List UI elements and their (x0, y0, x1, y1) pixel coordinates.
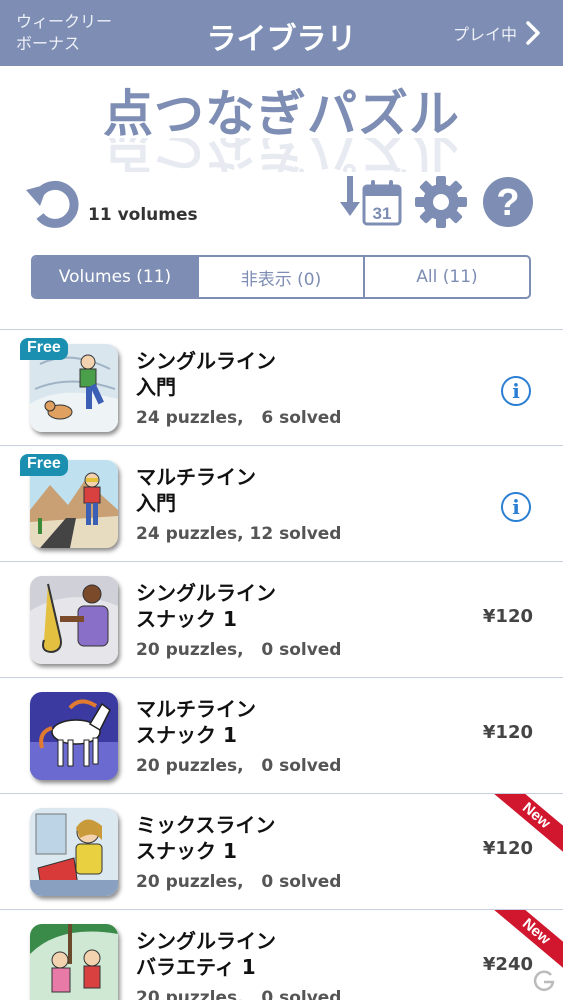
tab-volumes[interactable]: Volumes (11) (33, 257, 197, 297)
new-ribbon: New (493, 794, 563, 864)
volume-stats: 20 puzzles, 0 solved (136, 756, 342, 776)
tab-all[interactable]: All (11) (363, 257, 529, 297)
volume-title-line1: シングルライン (136, 929, 276, 953)
sort-by-date-icon[interactable]: 31 (340, 174, 402, 228)
price-button[interactable]: ¥120 (483, 722, 533, 743)
gear-icon[interactable] (414, 175, 468, 229)
app-logo: 点つなぎパズル 点つなぎパズル (0, 82, 563, 172)
volume-thumbnail (30, 924, 118, 1000)
volume-thumbnail (30, 808, 118, 896)
volume-title: シングルライン バラエティ 1 (136, 928, 276, 980)
volume-title-line1: シングルライン (136, 349, 276, 373)
volume-stats: 24 puzzles, 12 solved (136, 524, 342, 544)
free-badge: Free (20, 338, 68, 360)
volume-list: Free シングルライン 入門 24 puzzles, 6 solved i F (0, 329, 563, 1000)
volume-thumbnail (30, 576, 118, 664)
volume-title-line2: スナック 1 (136, 723, 237, 747)
refresh-icon[interactable] (24, 176, 80, 228)
free-badge: Free (20, 454, 68, 476)
volume-row[interactable]: Free マルチライン 入門 24 puzzles, 12 solved i (0, 445, 563, 561)
navigation-bar: ウィークリー ボーナス ライブラリ プレイ中 (0, 0, 563, 66)
volume-title: マルチライン スナック 1 (136, 696, 256, 748)
volume-stats: 20 puzzles, 0 solved (136, 640, 342, 660)
volume-row[interactable]: シングルライン バラエティ 1 20 puzzles, 0 solved ¥24… (0, 909, 563, 1000)
volume-title-line1: ミックスライン (136, 813, 276, 837)
volume-title-line2: バラエティ 1 (136, 955, 256, 979)
chevron-right-icon (526, 21, 540, 45)
volume-title: シングルライン 入門 (136, 348, 276, 400)
calendar-day: 31 (373, 204, 392, 223)
info-icon[interactable]: i (501, 492, 531, 522)
tab-hidden[interactable]: 非表示 (0) (197, 257, 363, 297)
volume-title-line1: マルチライン (136, 465, 256, 489)
volume-thumbnail (30, 692, 118, 780)
volume-title-line2: 入門 (136, 375, 176, 399)
filter-segmented-control: Volumes (11) 非表示 (0) All (11) (31, 255, 531, 299)
new-ribbon-label: New (493, 794, 563, 860)
volume-title-line1: マルチライン (136, 697, 256, 721)
volume-title-line1: シングルライン (136, 581, 276, 605)
price-button[interactable]: ¥120 (483, 606, 533, 627)
volume-title: ミックスライン スナック 1 (136, 812, 275, 864)
now-playing-label: プレイ中 (452, 25, 517, 44)
info-icon[interactable]: i (501, 376, 531, 406)
logo-reflection: 点つなぎパズル (103, 138, 460, 172)
volume-title: マルチライン 入門 (136, 464, 256, 516)
svg-text:?: ? (496, 182, 519, 224)
volume-title: シングルライン スナック 1 (136, 580, 276, 632)
volume-title-line2: 入門 (136, 491, 176, 515)
volume-row[interactable]: シングルライン スナック 1 20 puzzles, 0 solved ¥120 (0, 561, 563, 677)
now-playing-button[interactable]: プレイ中 (453, 20, 541, 46)
volume-stats: 20 puzzles, 0 solved (136, 988, 342, 1000)
volume-row[interactable]: ミックスライン スナック 1 20 puzzles, 0 solved ¥120… (0, 793, 563, 909)
help-icon[interactable]: ? (481, 175, 535, 229)
new-ribbon-label: New (493, 910, 563, 976)
logo-text: 点つなぎパズル (103, 85, 460, 143)
watermark-icon (533, 970, 555, 991)
volume-row[interactable]: マルチライン スナック 1 20 puzzles, 0 solved ¥120 (0, 677, 563, 793)
volume-title-line2: スナック 1 (136, 607, 237, 631)
volume-title-line2: スナック 1 (136, 839, 237, 863)
volume-stats: 24 puzzles, 6 solved (136, 408, 342, 428)
volume-count: 11 volumes (88, 205, 198, 225)
volume-row[interactable]: Free シングルライン 入門 24 puzzles, 6 solved i (0, 329, 563, 445)
volume-stats: 20 puzzles, 0 solved (136, 872, 342, 892)
